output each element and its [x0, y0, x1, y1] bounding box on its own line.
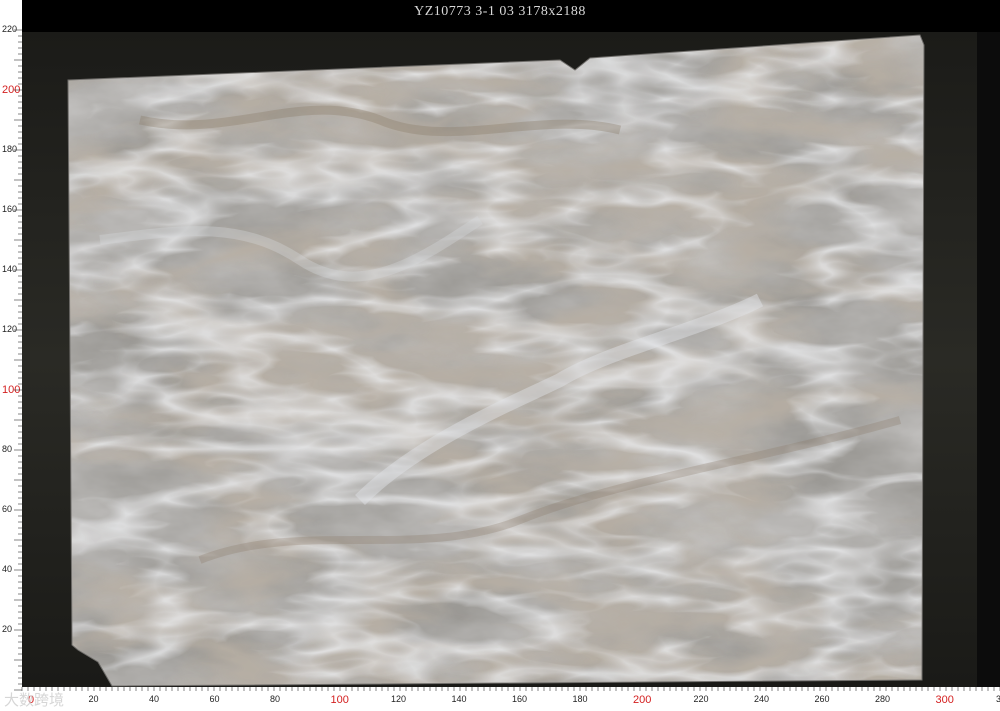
ruler-ticks: [14, 29, 1000, 691]
